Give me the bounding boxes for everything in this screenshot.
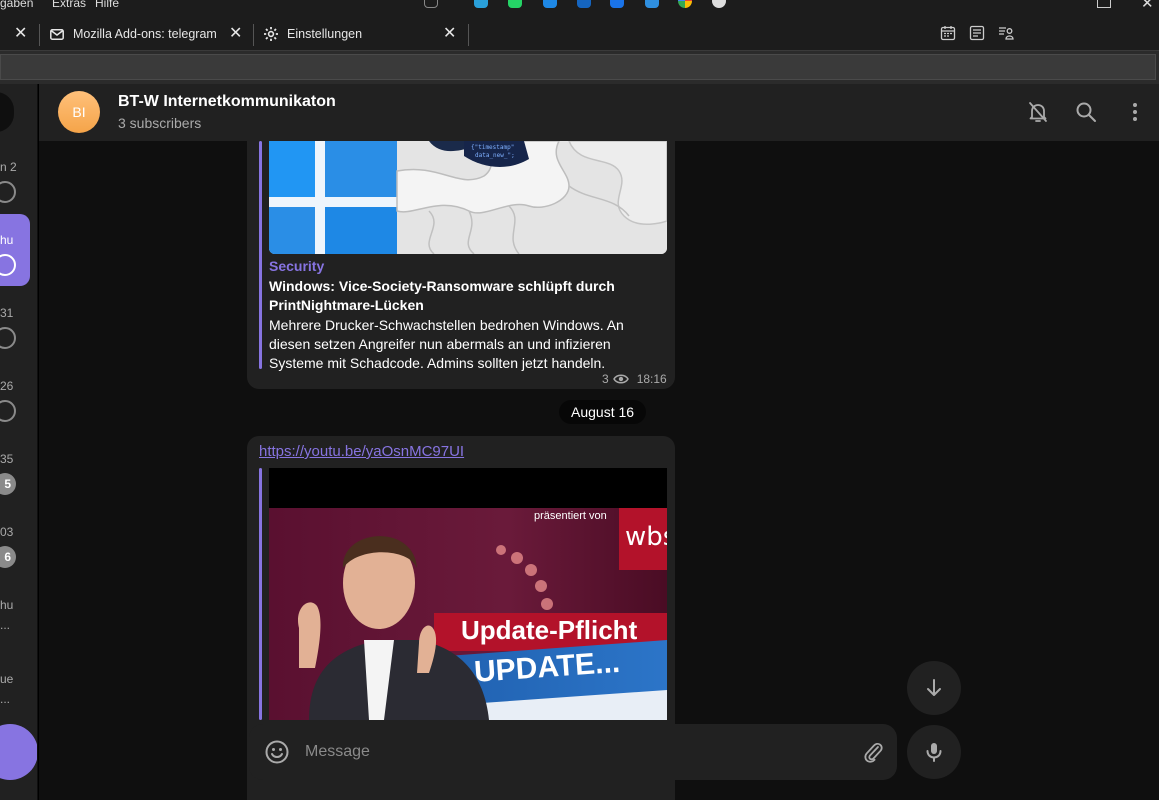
date-separator: August 16: [559, 400, 647, 424]
tab-separator: [39, 24, 40, 46]
smile-icon: [265, 740, 289, 764]
tab-close-icon[interactable]: ✕: [443, 22, 456, 46]
new-chat-button[interactable]: [0, 724, 37, 780]
tab-mozilla-addons[interactable]: Mozilla Add-ons: telegram: [49, 22, 225, 46]
tab-einstellungen[interactable]: Einstellungen: [263, 22, 423, 46]
pin-icon: [0, 400, 16, 422]
search-button[interactable]: [1072, 98, 1100, 126]
chat-time: hu: [0, 598, 14, 612]
video-brand-logo: wbs: [625, 522, 667, 552]
chat-time: ue: [0, 672, 14, 686]
voice-record-button[interactable]: [907, 725, 961, 779]
tab-title: Mozilla Add-ons: telegram: [73, 27, 217, 41]
tab-close-icon[interactable]: ✕: [14, 22, 27, 46]
arrow-down-icon: [927, 679, 941, 696]
address-book-icon[interactable]: [998, 25, 1014, 41]
close-window-icon[interactable]: ✕: [1141, 0, 1154, 12]
chat-time: 26: [0, 379, 14, 393]
bookmark-star-icon[interactable]: [424, 0, 438, 8]
more-vertical-icon: [1133, 103, 1137, 121]
article-title[interactable]: Windows: Vice-Society-Ransomware schlüpf…: [269, 277, 649, 315]
more-button[interactable]: [1121, 98, 1149, 126]
mute-button[interactable]: [1024, 98, 1052, 126]
message-input[interactable]: [305, 738, 845, 766]
chat-time: 03: [0, 525, 14, 539]
webpage-preview-bar: [259, 141, 262, 369]
chat-time: n 2: [0, 160, 17, 174]
message-composer: [249, 724, 897, 780]
url-field[interactable]: [0, 54, 1156, 80]
chat-area: {"timestamp" data_new_"; Security Window…: [39, 84, 1159, 800]
tab-separator: [253, 24, 254, 46]
calendar-icon[interactable]: [940, 25, 956, 41]
unread-badge: 6: [0, 546, 16, 568]
menu-item-extras[interactable]: Extras: [52, 0, 86, 10]
channel-avatar[interactable]: BI: [58, 91, 100, 133]
chat-header[interactable]: BI BT-W Internetkommunikaton 3 subscribe…: [39, 84, 1159, 141]
channel-title[interactable]: BT-W Internetkommunikaton: [118, 93, 336, 111]
article-description: Mehrere Drucker-Schwachstellen bedrohen …: [269, 317, 624, 371]
view-count: 3: [602, 372, 609, 386]
search-icon: [1076, 102, 1096, 122]
microphone-icon: [926, 743, 942, 762]
pin-icon: [0, 181, 16, 203]
extension-icon[interactable]: [712, 0, 726, 8]
emoji-button[interactable]: [263, 738, 291, 766]
article-image[interactable]: {"timestamp" data_new_";: [269, 141, 667, 254]
gear-icon: [263, 26, 279, 42]
browser-navbar: [0, 50, 1159, 84]
mail-icon: [49, 26, 65, 42]
scroll-down-button[interactable]: [907, 661, 961, 715]
menu-item-hilfe[interactable]: Hilfe: [95, 0, 119, 10]
youtube-link[interactable]: https://youtu.be/yaOsnMC97UI: [259, 443, 464, 460]
chat-time: hu: [0, 233, 14, 247]
chat-time: 31: [0, 306, 14, 320]
article-category: Security: [269, 258, 325, 274]
svg-text:{"timestamp": {"timestamp": [471, 144, 514, 151]
attach-button[interactable]: [859, 738, 887, 766]
paperclip-icon: [864, 742, 883, 763]
chat-preview: ...: [0, 618, 11, 632]
webpage-preview-bar: [259, 468, 262, 720]
unread-badge: 5: [0, 473, 16, 495]
tasks-icon[interactable]: [969, 25, 985, 41]
video-presented-by: präsentiert von: [534, 510, 607, 522]
video-headline: Update-Pflicht: [461, 615, 638, 645]
menu-item-bearbeiten[interactable]: gaben: [0, 0, 33, 10]
browser-tabbar: ✕ Mozilla Add-ons: telegram ✕ Einstellun…: [0, 12, 1159, 50]
tab-title: Einstellungen: [287, 27, 363, 41]
message-time: 18:16: [636, 372, 667, 386]
extension-icon[interactable]: [610, 0, 624, 8]
message-meta: 3 18:16: [602, 372, 667, 386]
pin-icon: [0, 327, 16, 349]
channel-subscribers: 3 subscribers: [118, 115, 202, 131]
search-field[interactable]: [0, 92, 14, 132]
video-thumbnail[interactable]: präsentiert von wbs Update-Pflicht UPDAT…: [269, 468, 667, 720]
skype-extension-icon[interactable]: [543, 0, 557, 8]
tab-close-icon[interactable]: ✕: [229, 22, 242, 46]
telegram-extension-icon[interactable]: [474, 0, 488, 8]
extension-icon[interactable]: [577, 0, 591, 8]
tab-separator: [468, 24, 469, 46]
restore-window-icon[interactable]: [1097, 0, 1111, 8]
google-extension-icon[interactable]: [678, 0, 692, 8]
extension-icon[interactable]: [645, 0, 659, 8]
chat-time: 35: [0, 452, 14, 466]
svg-text:data_new_";: data_new_";: [475, 152, 515, 159]
eye-icon: [612, 374, 629, 384]
whatsapp-extension-icon[interactable]: [508, 0, 522, 8]
chat-preview: ...: [0, 692, 11, 706]
chat-list: n 2 hu 31 26 35 5 03 6 hu ... ue ...: [0, 84, 38, 800]
bell-off-icon: [1029, 102, 1047, 122]
browser-menubar: gaben Extras Hilfe ✕: [0, 0, 1159, 12]
